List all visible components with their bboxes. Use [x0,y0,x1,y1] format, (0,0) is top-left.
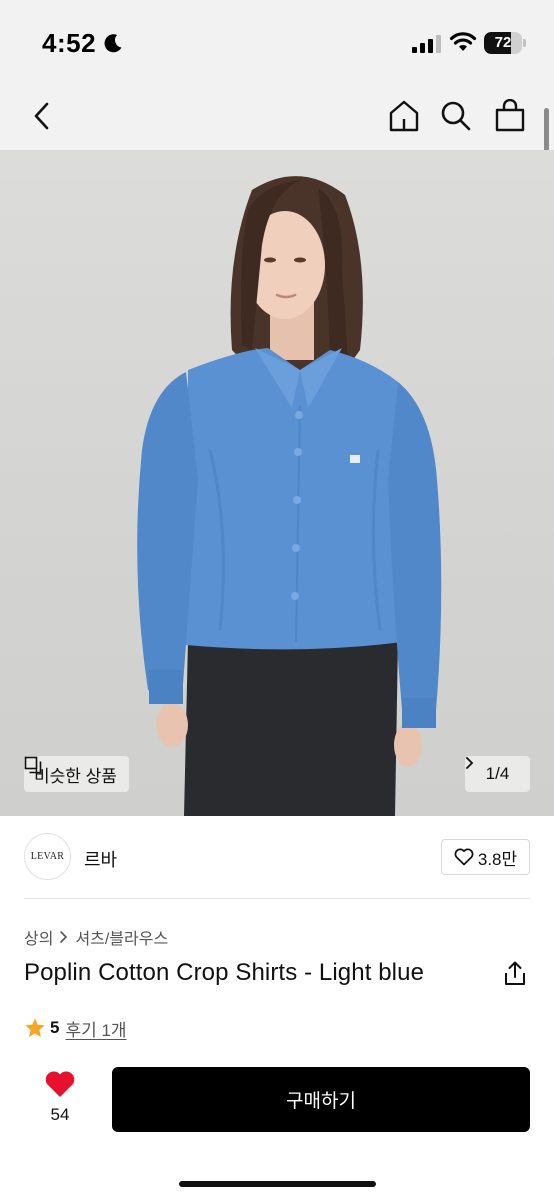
home-icon[interactable] [384,96,424,136]
similar-products-label: 비슷한 상품 [34,766,117,786]
product-photo [137,176,442,816]
cellular-signal-icon [412,35,441,53]
product-image-gallery[interactable]: 비슷한 상품 1/4 [0,150,554,816]
buy-button[interactable]: 구매하기 [112,1067,530,1132]
product-title: Poplin Cotton Crop Shirts - Light blue [24,959,425,986]
battery-indicator: 72 [484,32,526,54]
nav-bar [0,88,554,150]
image-pager[interactable]: 1/4 [465,756,530,792]
breadcrumb-category[interactable]: 상의 [24,925,53,949]
brand-name[interactable]: 르바 [84,846,117,872]
image-pager-label: 1/4 [485,764,510,783]
buy-button-label: 구매하기 [286,1091,356,1112]
copy-icon [24,756,42,774]
home-indicator [179,1181,376,1187]
divider [24,898,530,899]
review-count-link[interactable]: 후기 1개 [65,1016,126,1041]
brand-like-count: 3.8만 [477,849,518,869]
brand-logo-text: LEVAR [30,851,65,862]
back-icon[interactable] [22,96,62,136]
brand-like-button[interactable]: 3.8만 [441,839,530,875]
heart-outline-icon [454,848,474,866]
chevron-right-icon [466,757,474,769]
share-icon[interactable] [503,961,527,987]
star-icon [25,1018,45,1037]
brand-logo[interactable]: LEVAR [24,833,71,880]
similar-products-button[interactable]: 비슷한 상품 [24,756,129,792]
battery-percent: 72 [494,34,512,51]
chevron-right-icon [60,931,68,943]
breadcrumb-subcategory[interactable]: 셔츠/블라우스 [75,925,168,949]
battery-cap [523,39,526,47]
wifi-icon [449,32,477,51]
brand-row: LEVAR 르바 3.8만 [0,816,554,900]
breadcrumb: 상의 셔츠/블라우스 [24,926,168,948]
rating-value: 5 [50,1018,60,1037]
product-like-button[interactable]: 54 [34,1068,86,1128]
search-icon[interactable] [436,96,476,136]
moon-icon [104,34,122,53]
shopping-bag-icon[interactable] [490,96,530,136]
rating-row: 5 후기 1개 [24,1016,127,1040]
battery-body: 72 [484,32,522,54]
heart-icon [45,1071,75,1097]
status-bar: 4:52 72 [0,0,554,88]
product-like-count: 54 [50,1105,70,1124]
status-time: 4:52 [42,28,97,58]
